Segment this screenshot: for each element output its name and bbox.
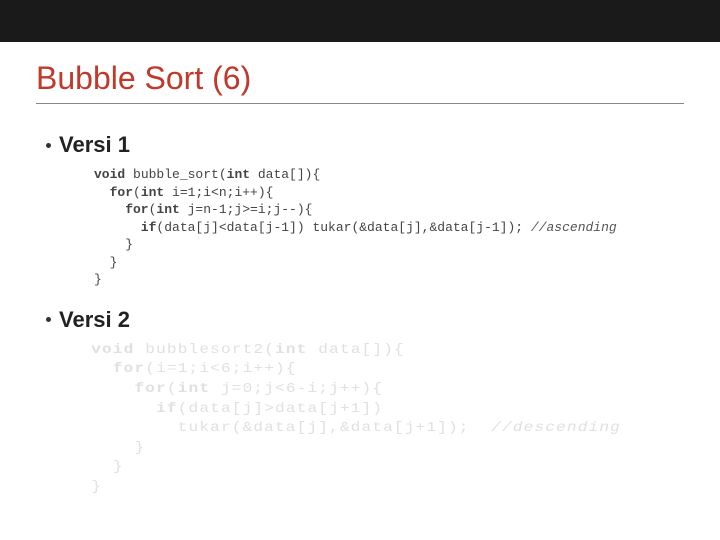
code-text: (data[j]<data[j-1]) tukar(&data[j],&data… bbox=[156, 220, 530, 235]
code-line: } bbox=[94, 236, 684, 254]
bullet-icon bbox=[46, 143, 51, 148]
bullet-versi-2: Versi 2 bbox=[36, 307, 684, 333]
bullet-icon bbox=[46, 317, 51, 322]
code-text: bubblesort2( bbox=[134, 342, 275, 358]
code-block-versi-2: void bubblesort2(int data[]){ for(i=1;i<… bbox=[36, 341, 720, 498]
code-line: } bbox=[91, 458, 720, 478]
code-text: ( bbox=[133, 185, 141, 200]
kw-int: int bbox=[141, 185, 164, 200]
kw-for: for bbox=[94, 202, 149, 217]
code-line: for(int i=1;i<n;i++){ bbox=[94, 184, 684, 202]
kw-if: if bbox=[91, 401, 178, 417]
code-line: tukar(&data[j],&data[j+1]); //descending bbox=[91, 419, 720, 439]
code-line: if(data[j]<data[j-1]) tukar(&data[j],&da… bbox=[94, 219, 684, 237]
code-text: i=1;i<n;i++){ bbox=[164, 185, 273, 200]
code-line: void bubblesort2(int data[]){ bbox=[91, 341, 720, 361]
code-line: } bbox=[94, 271, 684, 289]
kw-int: int bbox=[227, 167, 250, 182]
code-line: for(int j=0;j<6-i;j++){ bbox=[91, 380, 720, 400]
code-text: tukar(&data[j],&data[j+1]); bbox=[91, 420, 491, 436]
kw-for: for bbox=[91, 381, 167, 397]
bullet-label-1: Versi 1 bbox=[59, 132, 130, 158]
code-comment: //ascending bbox=[531, 220, 617, 235]
slide-topbar bbox=[0, 0, 720, 42]
code-text: (data[j]>data[j+1]) bbox=[178, 401, 383, 417]
code-text: data[]){ bbox=[250, 167, 320, 182]
code-line: for(i=1;i<6;i++){ bbox=[91, 360, 720, 380]
kw-int: int bbox=[156, 202, 179, 217]
code-text: data[]){ bbox=[307, 342, 404, 358]
code-line: if(data[j]>data[j+1]) bbox=[91, 400, 720, 420]
code-line: for(int j=n-1;j>=i;j--){ bbox=[94, 201, 684, 219]
kw-for: for bbox=[91, 361, 145, 377]
slide-title: Bubble Sort (6) bbox=[36, 60, 684, 104]
kw-int: int bbox=[275, 342, 307, 358]
code-line: } bbox=[91, 478, 720, 498]
code-block-versi-1: void bubble_sort(int data[]){ for(int i=… bbox=[36, 166, 684, 289]
bullet-label-2: Versi 2 bbox=[59, 307, 130, 333]
code-text: ( bbox=[167, 381, 178, 397]
bullet-versi-1: Versi 1 bbox=[36, 132, 684, 158]
code-line: void bubble_sort(int data[]){ bbox=[94, 166, 684, 184]
code-text: bubble_sort( bbox=[125, 167, 226, 182]
code-comment: //descending bbox=[491, 420, 621, 436]
code-line: } bbox=[94, 254, 684, 272]
kw-for: for bbox=[94, 185, 133, 200]
code-line: } bbox=[91, 439, 720, 459]
code-text: j=0;j<6-i;j++){ bbox=[210, 381, 383, 397]
slide-content: Bubble Sort (6) Versi 1 void bubble_sort… bbox=[0, 42, 720, 498]
kw-void: void bbox=[94, 167, 125, 182]
kw-if: if bbox=[94, 220, 156, 235]
kw-int: int bbox=[178, 381, 210, 397]
code-text: (i=1;i<6;i++){ bbox=[145, 361, 296, 377]
kw-void: void bbox=[91, 342, 134, 358]
code-text: j=n-1;j>=i;j--){ bbox=[180, 202, 313, 217]
